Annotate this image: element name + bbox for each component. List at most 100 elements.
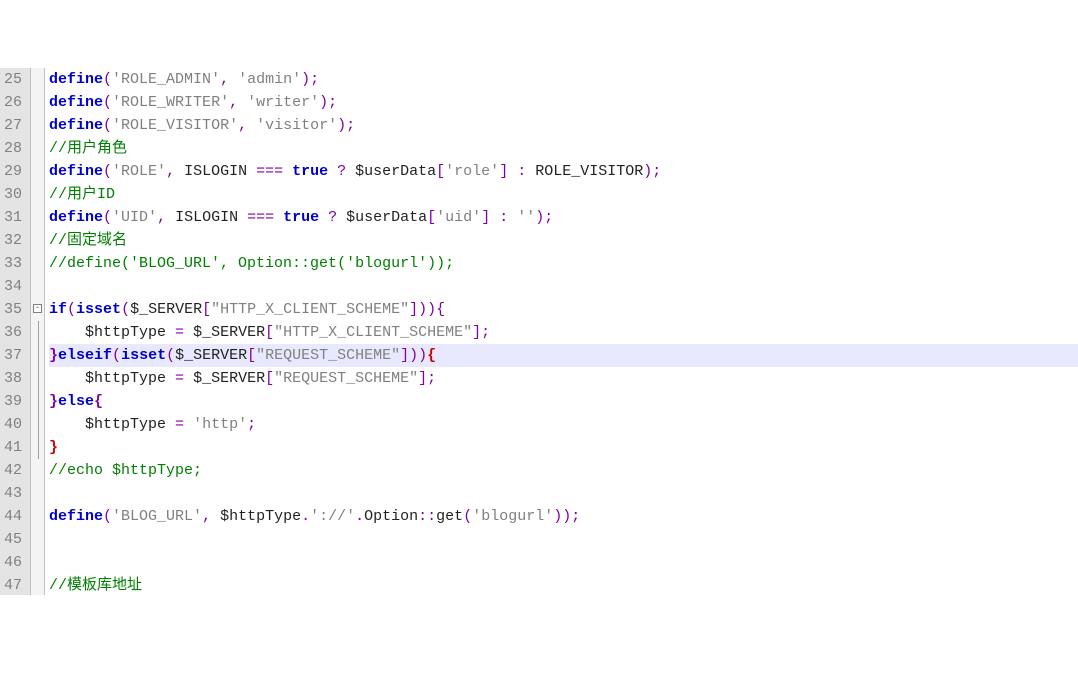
fold-cell[interactable]: [31, 551, 44, 574]
code-line[interactable]: }elseif(isset($_SERVER["REQUEST_SCHEME"]…: [49, 344, 1078, 367]
token-cmt: //模板库地址: [49, 577, 142, 594]
token-cmt: //固定域名: [49, 232, 127, 249]
fold-cell[interactable]: [31, 505, 44, 528]
line-number: 46: [4, 551, 22, 574]
token-op: ,: [157, 209, 175, 226]
token-op: ===: [247, 163, 292, 180]
token-op: [: [265, 324, 274, 341]
code-line[interactable]: }: [49, 436, 1078, 459]
fold-cell[interactable]: [31, 275, 44, 298]
code-line[interactable]: //用户角色: [49, 137, 1078, 160]
token-kw: else: [58, 393, 94, 410]
fold-cell[interactable]: [31, 574, 44, 597]
code-line[interactable]: define('ROLE', ISLOGIN === true ? $userD…: [49, 160, 1078, 183]
fold-cell[interactable]: -: [31, 298, 44, 321]
code-line[interactable]: [49, 482, 1078, 505]
code-line[interactable]: //echo $httpType;: [49, 459, 1078, 482]
token-op: [49, 370, 85, 387]
token-op: (: [463, 508, 472, 525]
code-line[interactable]: $httpType = $_SERVER["HTTP_X_CLIENT_SCHE…: [49, 321, 1078, 344]
token-str: 'visitor': [256, 117, 337, 134]
fold-cell[interactable]: [31, 160, 44, 183]
token-op: (: [103, 508, 112, 525]
fold-cell[interactable]: [31, 206, 44, 229]
fold-cell[interactable]: [31, 482, 44, 505]
code-line[interactable]: //用户ID: [49, 183, 1078, 206]
fold-cell[interactable]: [31, 390, 44, 413]
token-op: ,: [202, 508, 220, 525]
code-line[interactable]: [49, 528, 1078, 551]
token-op: (: [103, 71, 112, 88]
token-op: ,: [166, 163, 184, 180]
code-line[interactable]: if(isset($_SERVER["HTTP_X_CLIENT_SCHEME"…: [49, 298, 1078, 321]
token-op: ?: [328, 163, 355, 180]
token-op: (: [103, 94, 112, 111]
fold-cell[interactable]: [31, 413, 44, 436]
line-number: 33: [4, 252, 22, 275]
code-line[interactable]: //define('BLOG_URL', Option::get('blogur…: [49, 252, 1078, 275]
token-kw: if: [49, 301, 67, 318]
fold-cell[interactable]: [31, 321, 44, 344]
token-cmt: //用户ID: [49, 186, 115, 203]
token-op: ];: [472, 324, 490, 341]
code-line[interactable]: //固定域名: [49, 229, 1078, 252]
code-line[interactable]: define('UID', ISLOGIN === true ? $userDa…: [49, 206, 1078, 229]
code-line[interactable]: [49, 551, 1078, 574]
code-area[interactable]: define('ROLE_ADMIN', 'admin');define('RO…: [45, 68, 1078, 595]
token-op: ,: [220, 71, 238, 88]
fold-cell[interactable]: [31, 137, 44, 160]
token-op: [: [427, 209, 436, 226]
token-str: 'ROLE_ADMIN': [112, 71, 220, 88]
token-op: ] :: [499, 163, 535, 180]
token-red: {: [427, 347, 436, 364]
token-str: 'http': [193, 416, 247, 433]
token-kw: define: [49, 163, 103, 180]
fold-cell[interactable]: [31, 367, 44, 390]
code-line[interactable]: define('ROLE_ADMIN', 'admin');: [49, 68, 1078, 91]
token-op: ===: [238, 209, 283, 226]
token-op: [: [202, 301, 211, 318]
code-line[interactable]: }else{: [49, 390, 1078, 413]
token-op: ] :: [481, 209, 517, 226]
code-line[interactable]: define('BLOG_URL', $httpType.'://'.Optio…: [49, 505, 1078, 528]
token-op: ::: [418, 508, 436, 525]
fold-cell[interactable]: [31, 114, 44, 137]
fold-cell[interactable]: [31, 436, 44, 459]
code-line[interactable]: define('ROLE_VISITOR', 'visitor');: [49, 114, 1078, 137]
line-number: 35: [4, 298, 22, 321]
code-editor[interactable]: 2526272829303132333435363738394041424344…: [0, 68, 1078, 595]
line-number: 34: [4, 275, 22, 298]
line-number: 38: [4, 367, 22, 390]
token-cmt: //用户角色: [49, 140, 127, 157]
fold-cell[interactable]: [31, 183, 44, 206]
fold-column[interactable]: -: [31, 68, 45, 595]
code-line[interactable]: //模板库地址: [49, 574, 1078, 597]
fold-cell[interactable]: [31, 344, 44, 367]
token-op: [: [436, 163, 445, 180]
token-str: 'role': [445, 163, 499, 180]
token-op: (: [166, 347, 175, 364]
fold-cell[interactable]: [31, 528, 44, 551]
token-op: );: [535, 209, 553, 226]
code-line[interactable]: $httpType = $_SERVER["REQUEST_SCHEME"];: [49, 367, 1078, 390]
token-str: 'ROLE': [112, 163, 166, 180]
token-const: ROLE_VISITOR: [535, 163, 643, 180]
code-line[interactable]: $httpType = 'http';: [49, 413, 1078, 436]
fold-cell[interactable]: [31, 252, 44, 275]
token-var: $httpType: [85, 370, 166, 387]
code-line[interactable]: [49, 275, 1078, 298]
token-op: =: [166, 416, 193, 433]
fold-cell[interactable]: [31, 229, 44, 252]
fold-cell[interactable]: [31, 459, 44, 482]
token-op: =: [166, 324, 193, 341]
fold-cell[interactable]: [31, 68, 44, 91]
token-str: 'BLOG_URL': [112, 508, 202, 525]
token-op: );: [643, 163, 661, 180]
line-number: 37: [4, 344, 22, 367]
token-op: (: [112, 347, 121, 364]
code-line[interactable]: define('ROLE_WRITER', 'writer');: [49, 91, 1078, 114]
token-op: ,: [238, 117, 256, 134]
fold-toggle-icon[interactable]: -: [33, 304, 42, 313]
fold-cell[interactable]: [31, 91, 44, 114]
token-brace: }: [49, 393, 58, 410]
